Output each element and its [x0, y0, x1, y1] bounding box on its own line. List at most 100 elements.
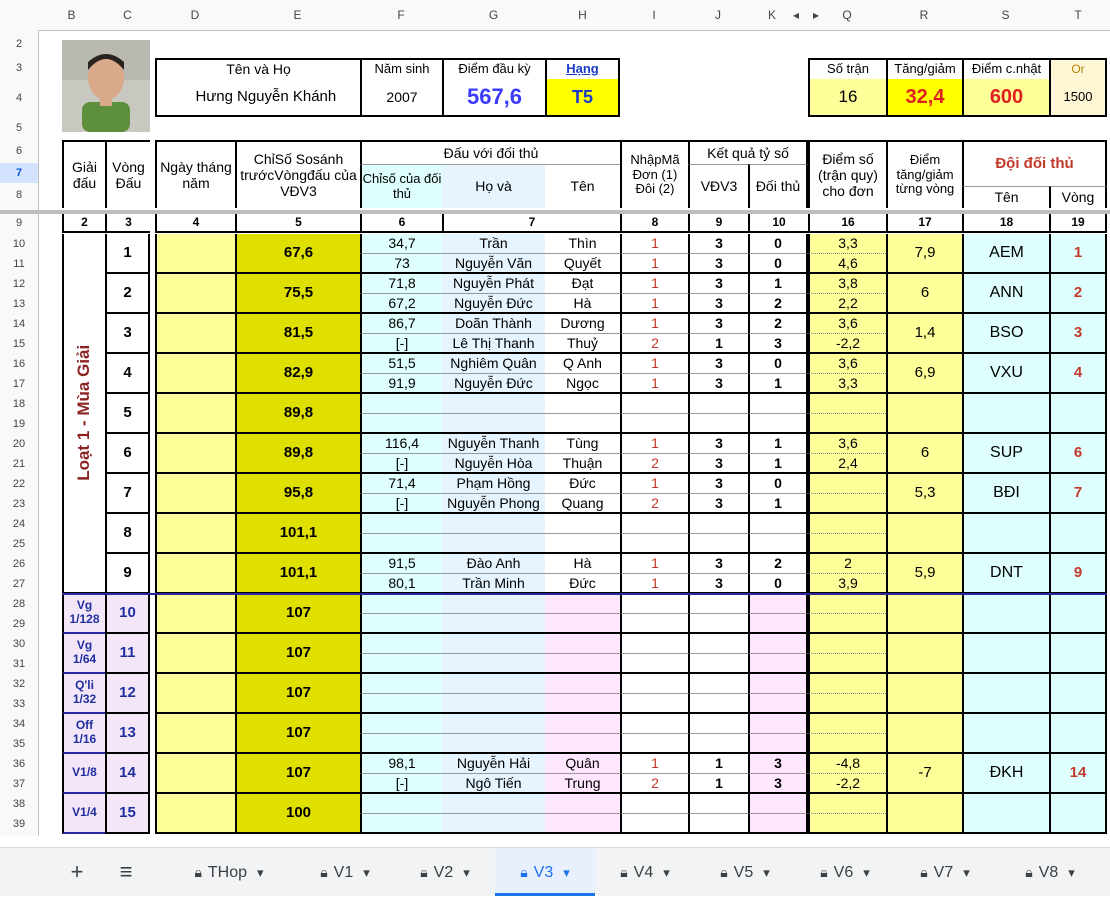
column-header-h[interactable]: H: [545, 0, 620, 30]
compare-index[interactable]: 67,6: [235, 234, 360, 274]
row-header-26[interactable]: 26: [0, 554, 38, 574]
entry-code[interactable]: 1: [620, 574, 688, 594]
chevron-down-icon[interactable]: ▾: [963, 865, 970, 880]
opponent-team-name[interactable]: ĐKH: [962, 754, 1049, 794]
opponent-given-name[interactable]: Quang: [545, 494, 620, 514]
round-delta[interactable]: 6: [886, 274, 962, 314]
opponent-surname[interactable]: [442, 734, 545, 754]
player-score[interactable]: [688, 814, 748, 834]
opponent-score[interactable]: 3: [748, 774, 808, 794]
opponent-given-name[interactable]: [545, 634, 620, 654]
column-header-t[interactable]: T: [1049, 0, 1107, 30]
opponent-score[interactable]: [748, 534, 808, 554]
opponent-surname[interactable]: Đào Anh: [442, 554, 545, 574]
opponent-team-name[interactable]: DNT: [962, 554, 1049, 594]
column-header-g[interactable]: G: [442, 0, 545, 30]
opponent-given-name[interactable]: Q Anh: [545, 354, 620, 374]
opponent-given-name[interactable]: [545, 514, 620, 534]
row-header-19[interactable]: 19: [0, 414, 38, 434]
opponent-index[interactable]: [360, 414, 442, 434]
entry-code[interactable]: 1: [620, 294, 688, 314]
row-header-7[interactable]: 7: [0, 163, 38, 183]
opponent-index[interactable]: [360, 534, 442, 554]
opponent-score[interactable]: [748, 414, 808, 434]
round-number[interactable]: 13: [105, 714, 150, 754]
opponent-given-name[interactable]: [545, 714, 620, 734]
compare-index[interactable]: 107: [235, 634, 360, 674]
entry-code[interactable]: 1: [620, 274, 688, 294]
row-header-6[interactable]: 6: [0, 140, 38, 163]
entry-code[interactable]: [620, 414, 688, 434]
opponent-surname[interactable]: [442, 414, 545, 434]
opponent-surname[interactable]: Nguyễn Thanh: [442, 434, 545, 454]
player-score[interactable]: [688, 634, 748, 654]
opponent-team-name[interactable]: [962, 394, 1049, 434]
date-cell[interactable]: [155, 394, 235, 434]
match-points[interactable]: [808, 714, 886, 734]
row-header-12[interactable]: 12: [0, 274, 38, 294]
column-header-e[interactable]: E: [235, 0, 360, 30]
entry-code[interactable]: [620, 814, 688, 834]
entry-code[interactable]: [620, 534, 688, 554]
opponent-index[interactable]: 91,5: [360, 554, 442, 574]
row-header-11[interactable]: 11: [0, 254, 38, 274]
opponent-score[interactable]: 1: [748, 274, 808, 294]
opponent-score[interactable]: 2: [748, 294, 808, 314]
player-score[interactable]: 3: [688, 274, 748, 294]
player-score[interactable]: [688, 514, 748, 534]
opponent-score[interactable]: 0: [748, 254, 808, 274]
chevron-down-icon[interactable]: ▾: [563, 865, 570, 880]
row-header-4[interactable]: 4: [0, 80, 38, 117]
match-points[interactable]: [808, 394, 886, 414]
chevron-down-icon[interactable]: ▾: [763, 865, 770, 880]
player-score[interactable]: [688, 394, 748, 414]
match-points[interactable]: -2,2: [808, 774, 886, 794]
opponent-surname[interactable]: Ngô Tiến: [442, 774, 545, 794]
collapse-left-icon[interactable]: ◂: [790, 0, 802, 30]
match-points[interactable]: [808, 674, 886, 694]
compare-index[interactable]: 101,1: [235, 554, 360, 594]
entry-code[interactable]: [620, 634, 688, 654]
entry-code[interactable]: 1: [620, 434, 688, 454]
opponent-given-name[interactable]: Dương: [545, 314, 620, 334]
sheet-tab-thop[interactable]: 🔒︎ THop ▾: [170, 848, 288, 896]
matches-value[interactable]: 16: [808, 79, 886, 117]
round-delta[interactable]: 5,3: [886, 474, 962, 514]
opponent-index[interactable]: 91,9: [360, 374, 442, 394]
match-points[interactable]: -2,2: [808, 334, 886, 354]
opponent-given-name[interactable]: Đức: [545, 474, 620, 494]
opponent-surname[interactable]: Nguyễn Phong: [442, 494, 545, 514]
opponent-given-name[interactable]: [545, 534, 620, 554]
round-delta[interactable]: 1,4: [886, 314, 962, 354]
opponent-team-round[interactable]: 14: [1049, 754, 1107, 794]
opponent-score[interactable]: 1: [748, 454, 808, 474]
entry-code[interactable]: 1: [620, 754, 688, 774]
round-number[interactable]: 11: [105, 634, 150, 674]
opponent-team-round[interactable]: [1049, 634, 1107, 674]
row-header-24[interactable]: 24: [0, 514, 38, 534]
opponent-index[interactable]: [-]: [360, 774, 442, 794]
opponent-team-round[interactable]: 4: [1049, 354, 1107, 394]
match-points[interactable]: [808, 414, 886, 434]
player-score[interactable]: 1: [688, 754, 748, 774]
row-header-39[interactable]: 39: [0, 814, 38, 834]
round-delta[interactable]: [886, 714, 962, 754]
opponent-surname[interactable]: Nguyễn Văn: [442, 254, 545, 274]
opponent-surname[interactable]: [442, 674, 545, 694]
opponent-given-name[interactable]: Quân: [545, 754, 620, 774]
player-score[interactable]: 3: [688, 454, 748, 474]
opponent-index[interactable]: [360, 734, 442, 754]
opponent-index[interactable]: [360, 594, 442, 614]
opponent-surname[interactable]: Nguyễn Đức: [442, 294, 545, 314]
column-header-f[interactable]: F: [360, 0, 442, 30]
opponent-index[interactable]: 51,5: [360, 354, 442, 374]
opponent-given-name[interactable]: Tùng: [545, 434, 620, 454]
date-cell[interactable]: [155, 514, 235, 554]
opponent-team-name[interactable]: ANN: [962, 274, 1049, 314]
compare-index[interactable]: 107: [235, 674, 360, 714]
sheet-tab-v3[interactable]: 🔒︎ V3 ▾: [495, 848, 595, 896]
date-cell[interactable]: [155, 554, 235, 594]
compare-index[interactable]: 89,8: [235, 394, 360, 434]
opponent-team-round[interactable]: 3: [1049, 314, 1107, 354]
row-header-29[interactable]: 29: [0, 614, 38, 634]
